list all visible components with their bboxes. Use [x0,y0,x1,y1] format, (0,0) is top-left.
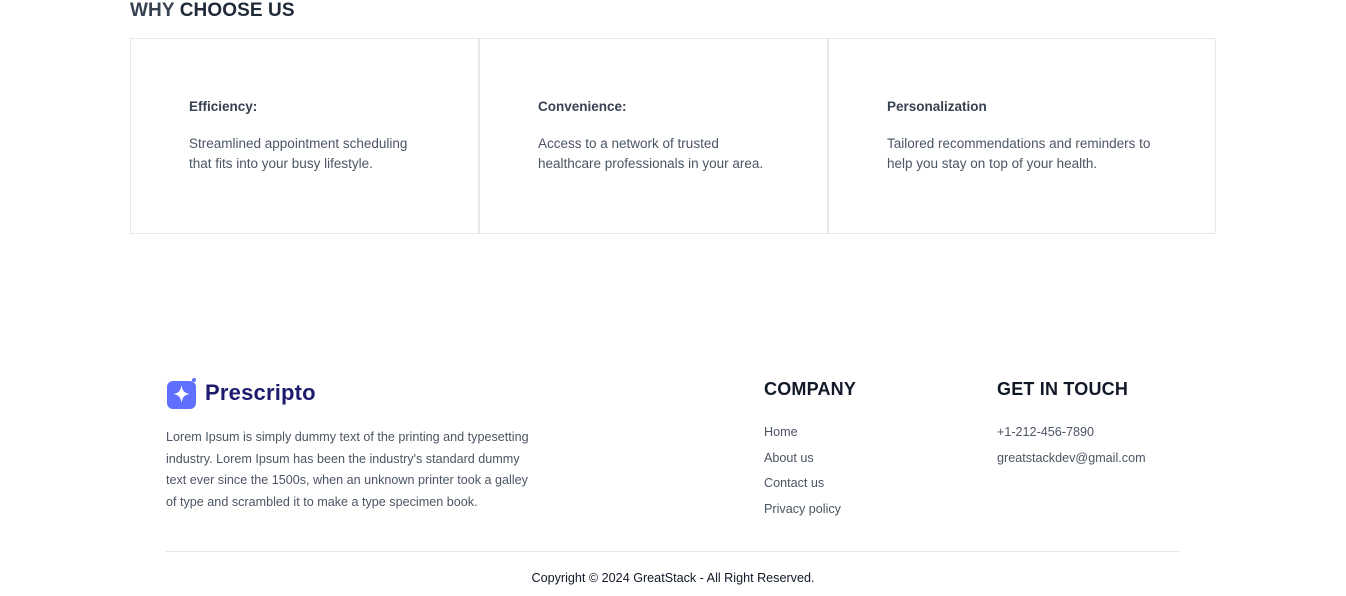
feature-card-title: Personalization [887,99,987,114]
why-choose-us-heading: WHY CHOOSE US [130,0,295,22]
prescripto-logo-icon [166,377,197,409]
footer-link-home[interactable]: Home [764,420,856,446]
company-links: Home About us Contact us Privacy policy [764,420,856,522]
footer-logo[interactable]: Prescripto [166,377,316,409]
contact-heading: GET IN TOUCH [997,379,1129,399]
feature-card-text: Streamlined appointment scheduling that … [189,136,408,171]
footer-link-privacy[interactable]: Privacy policy [764,497,856,523]
feature-card-efficiency[interactable]: Efficiency: Streamlined appointment sche… [130,38,479,234]
why-choose-us-heading-prefix: WHY [130,0,175,21]
footer-divider [166,551,1180,552]
feature-card-text: Access to a network of trusted healthcar… [538,136,764,171]
footer-contact-column: GET IN TOUCH +1-212-456-7890 greatstackd… [997,379,1146,471]
contact-phone[interactable]: +1-212-456-7890 [997,420,1146,446]
feature-card-personalization[interactable]: Personalization Tailored recommendations… [828,38,1216,234]
why-choose-us-heading-bold: CHOOSE US [179,0,295,21]
footer-description: Lorem Ipsum is simply dummy text of the … [166,430,529,509]
footer-link-about[interactable]: About us [764,446,856,472]
feature-card-text: Tailored recommendations and reminders t… [887,136,1151,171]
feature-card-title: Convenience: [538,99,627,114]
company-heading: COMPANY [764,379,857,399]
copyright-text: Copyright © 2024 GreatStack - All Right … [531,571,815,585]
why-choose-us-cards: Efficiency: Streamlined appointment sche… [130,38,1216,234]
footer-link-contact[interactable]: Contact us [764,471,856,497]
feature-card-convenience[interactable]: Convenience: Access to a network of trus… [479,38,828,234]
footer-company-column: COMPANY Home About us Contact us Privacy… [764,379,856,522]
contact-email[interactable]: greatstackdev@gmail.com [997,446,1146,472]
contact-details: +1-212-456-7890 greatstackdev@gmail.com [997,420,1146,471]
feature-card-title: Efficiency: [189,99,258,114]
brand-name: Prescripto [205,380,316,405]
